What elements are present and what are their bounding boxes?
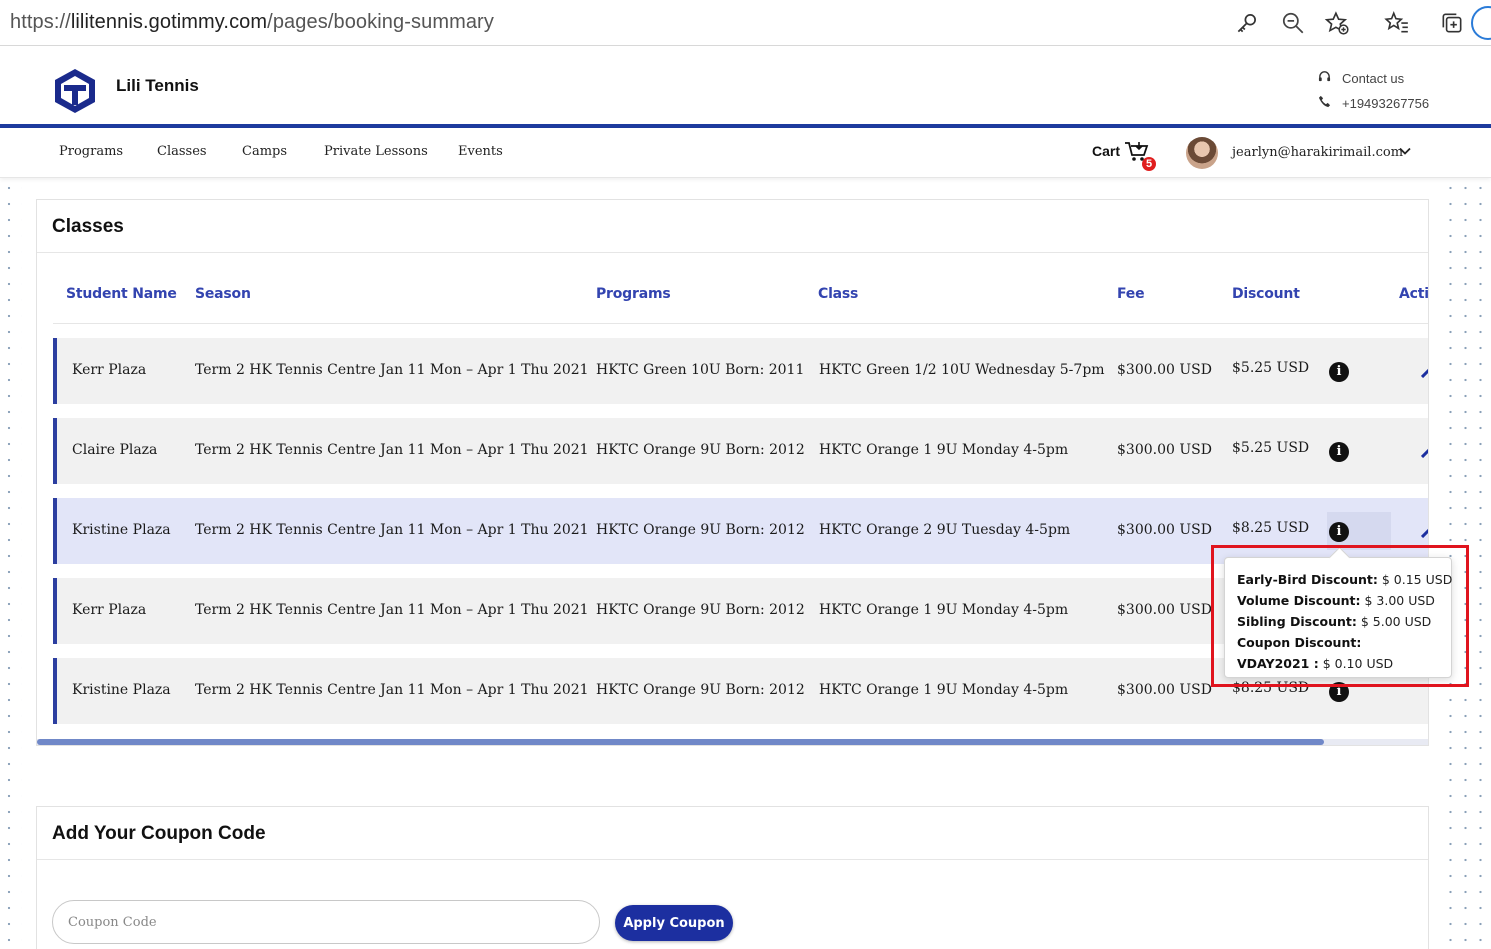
- col-student-name: Student Name: [66, 286, 177, 302]
- table-row[interactable]: Kerr Plaza Term 2 HK Tennis Centre Jan 1…: [53, 338, 1429, 404]
- cell-student: Kerr Plaza: [72, 602, 147, 618]
- brand-name[interactable]: Lili Tennis: [116, 76, 199, 96]
- cell-class: HKTC Orange 2 9U Tuesday 4-5pm: [819, 522, 1071, 538]
- cell-season: Term 2 HK Tennis Centre Jan 11 Mon – Apr…: [195, 682, 589, 698]
- cell-fee: $300.00 USD: [1117, 682, 1212, 698]
- avatar[interactable]: [1186, 137, 1218, 169]
- logo-icon[interactable]: [52, 67, 98, 115]
- browser-address-bar[interactable]: https://lilitennis.gotimmy.com/pages/boo…: [0, 0, 1491, 46]
- key-icon[interactable]: [1234, 10, 1260, 36]
- classes-title: Classes: [52, 216, 124, 237]
- card-divider: [37, 859, 1428, 860]
- cell-class: HKTC Orange 1 9U Monday 4-5pm: [819, 442, 1069, 458]
- cell-program: HKTC Green 10U Born: 2011: [596, 362, 805, 378]
- nav-classes[interactable]: Classes: [157, 144, 207, 159]
- cell-class: HKTC Green 1/2 10U Wednesday 5-7pm: [819, 362, 1105, 378]
- cell-discount: $8.25 USD: [1232, 520, 1310, 536]
- cell-program: HKTC Orange 9U Born: 2012: [596, 522, 805, 538]
- header-divider: [53, 323, 1428, 324]
- edit-icon[interactable]: [1421, 368, 1429, 378]
- edit-icon[interactable]: [1421, 528, 1429, 538]
- cell-discount: $5.25 USD: [1232, 360, 1310, 376]
- profile-icon[interactable]: [1471, 6, 1491, 40]
- cell-season: Term 2 HK Tennis Centre Jan 11 Mon – Apr…: [195, 602, 589, 618]
- cell-season: Term 2 HK Tennis Centre Jan 11 Mon – Apr…: [195, 442, 589, 458]
- cart-label[interactable]: Cart: [1092, 143, 1120, 159]
- cell-fee: $300.00 USD: [1117, 522, 1212, 538]
- user-email[interactable]: jearlyn@harakirimail.com: [1232, 145, 1403, 160]
- cell-student: Kristine Plaza: [72, 522, 171, 538]
- info-icon[interactable]: i: [1329, 522, 1349, 542]
- cell-class: HKTC Orange 1 9U Monday 4-5pm: [819, 682, 1069, 698]
- cell-fee: $300.00 USD: [1117, 362, 1212, 378]
- contact-us[interactable]: Contact us: [1318, 70, 1404, 86]
- info-icon[interactable]: i: [1329, 442, 1349, 462]
- cell-discount: $5.25 USD: [1232, 440, 1310, 456]
- cell-season: Term 2 HK Tennis Centre Jan 11 Mon – Apr…: [195, 362, 589, 378]
- col-season: Season: [195, 286, 251, 302]
- cell-student: Kristine Plaza: [72, 682, 171, 698]
- col-programs: Programs: [596, 286, 671, 302]
- cell-student: Kerr Plaza: [72, 362, 147, 378]
- add-favorite-icon[interactable]: [1324, 10, 1350, 36]
- cell-student: Claire Plaza: [72, 442, 158, 458]
- contact-phone[interactable]: +19493267756: [1318, 95, 1429, 111]
- col-action: Actio: [1399, 286, 1429, 302]
- main-nav: Programs Classes Camps Private Lessons E…: [0, 128, 1491, 178]
- cell-season: Term 2 HK Tennis Centre Jan 11 Mon – Apr…: [195, 522, 589, 538]
- cell-fee: $300.00 USD: [1117, 602, 1212, 618]
- col-discount: Discount: [1232, 286, 1300, 302]
- annotation-highlight-box: [1211, 545, 1469, 687]
- apply-coupon-button[interactable]: Apply Coupon: [615, 905, 733, 941]
- col-fee: Fee: [1117, 286, 1145, 302]
- table-row[interactable]: Claire Plaza Term 2 HK Tennis Centre Jan…: [53, 418, 1429, 484]
- decorative-dots-left: [0, 180, 22, 949]
- cell-program: HKTC Orange 9U Born: 2012: [596, 442, 805, 458]
- coupon-title: Add Your Coupon Code: [52, 823, 266, 844]
- cell-program: HKTC Orange 9U Born: 2012: [596, 682, 805, 698]
- col-class: Class: [818, 286, 859, 302]
- zoom-out-icon[interactable]: [1280, 10, 1306, 36]
- cart-count-badge: 5: [1142, 157, 1156, 171]
- headset-icon: [1318, 70, 1332, 86]
- info-icon[interactable]: i: [1329, 362, 1349, 382]
- horizontal-scrollbar-thumb[interactable]: [37, 739, 1324, 745]
- nav-private-lessons[interactable]: Private Lessons: [324, 144, 428, 159]
- nav-events[interactable]: Events: [458, 144, 503, 159]
- cell-program: HKTC Orange 9U Born: 2012: [596, 602, 805, 618]
- edit-icon[interactable]: [1421, 448, 1429, 458]
- site-header: Lili Tennis Contact us +19493267756: [0, 47, 1491, 125]
- nav-camps[interactable]: Camps: [242, 144, 287, 159]
- contact-label: Contact us: [1342, 71, 1405, 86]
- card-divider: [37, 252, 1428, 253]
- nav-programs[interactable]: Programs: [59, 144, 123, 159]
- collections-icon[interactable]: [1439, 10, 1465, 36]
- chevron-down-icon[interactable]: [1398, 144, 1412, 158]
- coupon-card: Add Your Coupon Code Apply Coupon: [36, 806, 1429, 949]
- cell-fee: $300.00 USD: [1117, 442, 1212, 458]
- cell-class: HKTC Orange 1 9U Monday 4-5pm: [819, 602, 1069, 618]
- url-text[interactable]: https://lilitennis.gotimmy.com/pages/boo…: [10, 11, 494, 34]
- phone-icon: [1318, 95, 1332, 111]
- phone-number: +19493267756: [1342, 96, 1430, 111]
- coupon-code-input[interactable]: [52, 900, 600, 944]
- favorites-icon[interactable]: [1384, 10, 1410, 36]
